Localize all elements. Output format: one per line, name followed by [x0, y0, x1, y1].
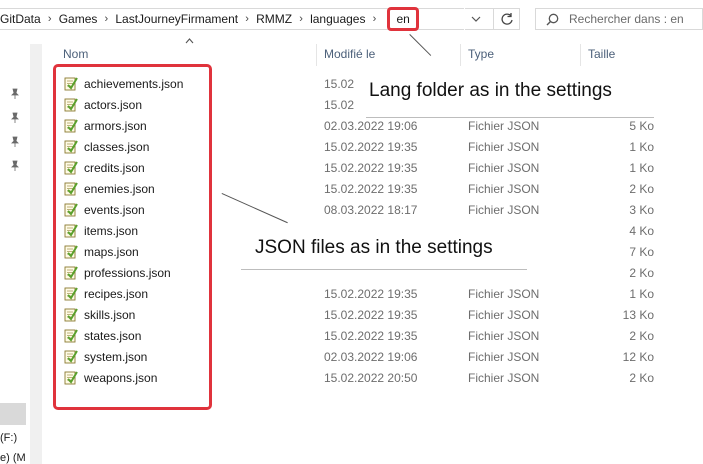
chevron-right-icon[interactable]: ›	[292, 13, 310, 25]
file-modified-date: 15.02.2022 19:35	[324, 161, 418, 175]
sort-up-icon	[185, 36, 194, 47]
file-modified-date: 15.02.2022 19:35	[324, 308, 418, 322]
file-modified-date: 02.03.2022 19:06	[324, 350, 418, 364]
annotation-underline	[366, 117, 654, 118]
chevron-right-icon[interactable]: ›	[41, 13, 59, 25]
file-type: Fichier JSON	[468, 119, 540, 133]
file-modified-date: 15.02.2022 19:35	[324, 140, 418, 154]
file-modified-date: 02.03.2022 19:06	[324, 119, 418, 133]
file-modified-date: 15.02.2022 19:35	[324, 329, 418, 343]
annotation-json-files: JSON files as in the settings	[252, 237, 496, 259]
column-divider[interactable]	[316, 44, 317, 66]
chevron-right-icon[interactable]: ›	[238, 13, 256, 25]
pin-icon[interactable]	[10, 136, 22, 148]
file-size: 12 Ko	[622, 350, 654, 364]
annotation-lang-folder: Lang folder as in the settings	[366, 80, 615, 102]
refresh-icon[interactable]	[493, 8, 520, 30]
file-size: 2 Ko	[629, 371, 654, 385]
file-size: 4 Ko	[629, 224, 654, 238]
file-modified-date: 15.02.2022 20:50	[324, 371, 418, 385]
pin-icon[interactable]	[10, 112, 22, 124]
file-modified-date: 15.02.2022 19:35	[324, 182, 418, 196]
file-modified-date: 15.02.2022 19:35	[324, 287, 418, 301]
breadcrumb-rmmz[interactable]: RMMZ	[256, 12, 292, 26]
pin-icon[interactable]	[10, 160, 22, 172]
file-type: Fichier JSON	[468, 203, 540, 217]
nav-item-selected[interactable]	[0, 403, 26, 425]
file-type: Fichier JSON	[468, 140, 540, 154]
breadcrumb[interactable]: GitData › Games › LastJourneyFirmament ›…	[0, 7, 484, 31]
file-size: 3 Ko	[629, 203, 654, 217]
breadcrumb-gitdata[interactable]: GitData	[0, 12, 41, 26]
chevron-right-icon[interactable]: ›	[365, 13, 383, 25]
file-size: 1 Ko	[629, 287, 654, 301]
column-header-name[interactable]: Nom	[63, 47, 88, 61]
chevron-right-icon[interactable]: ›	[97, 13, 115, 25]
file-type: Fichier JSON	[468, 329, 540, 343]
file-type: Fichier JSON	[468, 308, 540, 322]
search-placeholder: Rechercher dans : en	[569, 12, 684, 26]
file-modified-date: 15.02	[324, 98, 355, 112]
pin-icon[interactable]	[10, 88, 22, 100]
nav-item-drive-m[interactable]: e) (M	[0, 452, 26, 464]
json-files-highlight	[53, 64, 212, 410]
nav-item-drive-f[interactable]: (F:)	[0, 432, 17, 444]
column-divider[interactable]	[460, 44, 461, 66]
file-modified-date: 15.02	[324, 77, 355, 91]
file-size: 1 Ko	[629, 161, 654, 175]
address-bar: GitData › Games › LastJourneyFirmament ›…	[0, 0, 703, 38]
file-type: Fichier JSON	[468, 287, 540, 301]
file-type: Fichier JSON	[468, 350, 540, 364]
file-size: 7 Ko	[629, 245, 654, 259]
nav-scrollbar[interactable]	[30, 44, 42, 464]
column-header-modified[interactable]: Modifié le	[324, 47, 375, 61]
column-divider[interactable]	[580, 44, 581, 66]
file-type: Fichier JSON	[468, 371, 540, 385]
search-input[interactable]: Rechercher dans : en	[535, 8, 703, 30]
annotation-underline	[241, 269, 527, 270]
file-type: Fichier JSON	[468, 182, 540, 196]
breadcrumb-current-folder[interactable]: en	[387, 7, 419, 31]
file-size: 2 Ko	[629, 329, 654, 343]
search-icon	[546, 13, 559, 25]
column-header-row: Nom Modifié le Type Taille	[58, 38, 703, 66]
breadcrumb-games[interactable]: Games	[59, 12, 98, 26]
chevron-down-icon[interactable]	[464, 8, 487, 30]
breadcrumb-lastjourneyfirmament[interactable]: LastJourneyFirmament	[115, 12, 238, 26]
column-header-type[interactable]: Type	[468, 47, 494, 61]
column-header-size[interactable]: Taille	[588, 47, 615, 61]
breadcrumb-languages[interactable]: languages	[310, 12, 365, 26]
file-size: 13 Ko	[622, 308, 654, 322]
file-size: 2 Ko	[629, 182, 654, 196]
file-size: 1 Ko	[629, 140, 654, 154]
file-type: Fichier JSON	[468, 161, 540, 175]
file-size: 2 Ko	[629, 266, 654, 280]
file-modified-date: 08.03.2022 18:17	[324, 203, 418, 217]
file-size: 5 Ko	[629, 119, 654, 133]
